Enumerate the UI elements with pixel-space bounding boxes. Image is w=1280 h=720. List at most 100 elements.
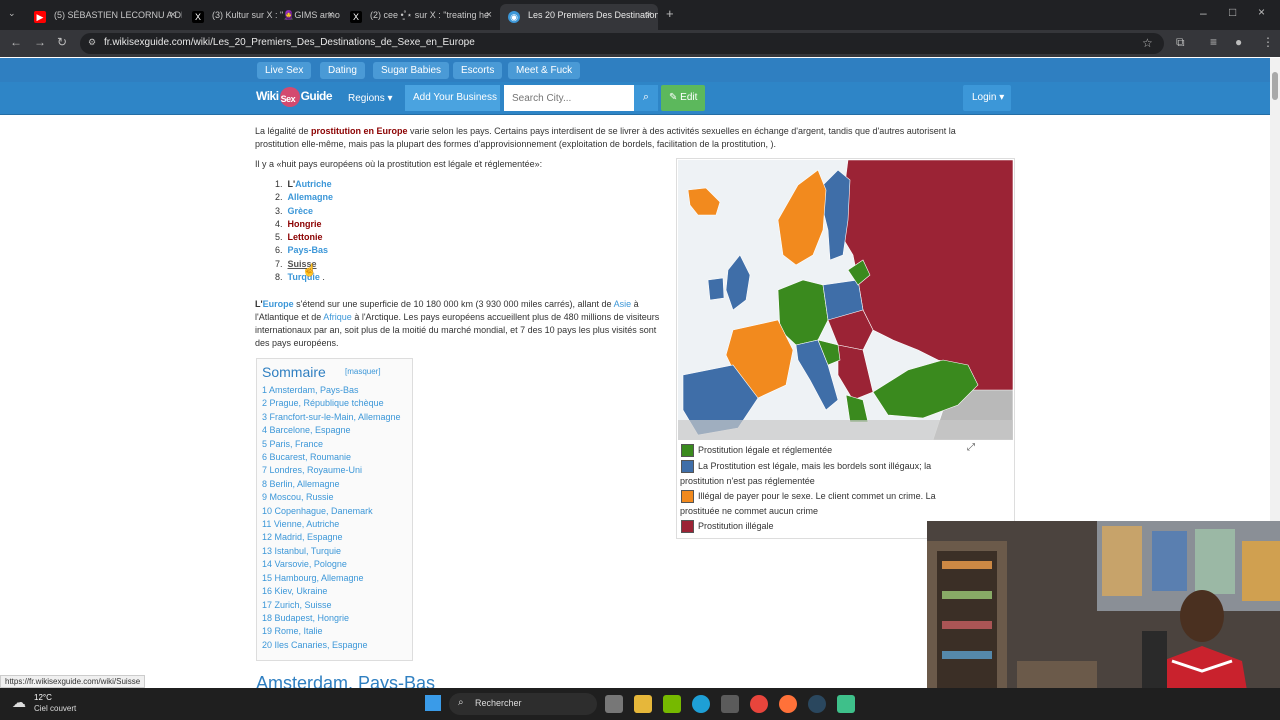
browser-tab-4[interactable]: ◉ Les 20 Premiers Des Destination × <box>500 4 658 30</box>
toc-item[interactable]: 7 Londres, Royaume-Uni <box>262 464 401 477</box>
window-close-icon[interactable]: × <box>1258 5 1265 19</box>
country-link[interactable]: Allemagne <box>288 192 334 202</box>
legend-swatch-orange <box>681 490 694 503</box>
reload-icon[interactable]: ↻ <box>57 35 67 49</box>
toc-title: Sommaire <box>262 364 326 380</box>
country-link[interactable]: Grèce <box>288 206 314 216</box>
nav-live-sex[interactable]: Live Sex <box>257 62 312 79</box>
weather-temperature[interactable]: 12°C <box>34 693 52 702</box>
firefox-icon[interactable] <box>779 695 797 713</box>
login-dropdown[interactable]: Login ▾ <box>963 85 1011 111</box>
address-bar[interactable]: ⚙ fr.wikisexguide.com/wiki/Les_20_Premie… <box>80 33 1164 54</box>
europe-prostitution-map[interactable] <box>678 160 1013 440</box>
x-icon: X <box>350 11 362 23</box>
toc-item[interactable]: 16 Kiev, Ukraine <box>262 585 401 598</box>
edit-button[interactable]: ✎ Edit <box>661 85 705 111</box>
browser-tab-2[interactable]: X (3) Kultur sur X : "🧕GIMS anno × <box>184 4 340 30</box>
menu-icon[interactable]: ⋮ <box>1262 35 1274 49</box>
taskview-icon[interactable] <box>605 695 623 713</box>
toc-item[interactable]: 12 Madrid, Espagne <box>262 531 401 544</box>
legend-label: prostitution n'est pas réglementée <box>680 476 815 486</box>
browser-tab-3[interactable]: X (2) cee •͈˚⋆ sur X : "treating he × <box>342 4 498 30</box>
nav-sugar-babies[interactable]: Sugar Babies <box>373 62 450 79</box>
youtube-icon: ▶ <box>34 11 46 23</box>
close-icon[interactable]: × <box>328 9 334 21</box>
toc-item[interactable]: 9 Moscou, Russie <box>262 491 401 504</box>
toc-item[interactable]: 15 Hambourg, Allemagne <box>262 572 401 585</box>
top-navigation <box>0 58 1270 82</box>
legend-label: La Prostitution est légale, mais les bor… <box>698 461 932 471</box>
browser-tab-1[interactable]: ▶ (5) SÉBASTIEN LECORNU A DÉN × <box>26 4 182 30</box>
bookmark-star-icon[interactable]: ☆ <box>1142 36 1153 50</box>
toc-item[interactable]: 1 Amsterdam, Pays-Bas <box>262 384 401 397</box>
close-icon[interactable]: × <box>646 9 652 21</box>
taskbar-search[interactable]: ⌕ Rechercher <box>449 693 597 715</box>
x-icon: X <box>192 11 204 23</box>
expand-icon[interactable]: ⤢ <box>967 442 975 453</box>
add-business-button[interactable]: Add Your Business <box>405 85 500 111</box>
steam-icon[interactable] <box>808 695 826 713</box>
search-city-input[interactable] <box>504 85 634 111</box>
toc-item[interactable]: 3 Francfort-sur-le-Main, Allemagne <box>262 411 401 424</box>
app-icon[interactable] <box>837 695 855 713</box>
europe-link[interactable]: Europe <box>263 299 294 309</box>
toc-item[interactable]: 20 Iles Canaries, Espagne <box>262 639 401 652</box>
start-icon[interactable] <box>425 695 441 711</box>
nav-dating[interactable]: Dating <box>320 62 365 79</box>
logo-text: Sex <box>280 94 296 104</box>
toc-item[interactable]: 6 Bucarest, Roumanie <box>262 451 401 464</box>
intro-text: prostitution elle-même, mais pas la plup… <box>255 139 776 149</box>
toc-item[interactable]: 17 Zurich, Suisse <box>262 599 401 612</box>
tab-search-icon[interactable]: ⌄ <box>8 8 16 19</box>
weather-description[interactable]: Ciel couvert <box>34 704 76 713</box>
maximize-icon[interactable]: □ <box>1229 5 1236 19</box>
edge-icon[interactable] <box>692 695 710 713</box>
nav-escorts[interactable]: Escorts <box>453 62 503 79</box>
prostitution-europe-link[interactable]: prostitution en Europe <box>311 126 408 136</box>
store-icon[interactable] <box>721 695 739 713</box>
toc-item[interactable]: 10 Copenhague, Danemark <box>262 505 401 518</box>
extensions-icon[interactable]: ⧉ <box>1176 35 1185 50</box>
site-info-icon[interactable]: ⚙ <box>88 37 96 48</box>
close-icon[interactable]: × <box>170 9 176 21</box>
intro-text: La légalité de <box>255 126 312 136</box>
minimize-icon[interactable]: – <box>1200 6 1207 20</box>
asie-link[interactable]: Asie <box>614 299 632 309</box>
search-icon[interactable]: ⌕ <box>634 85 658 111</box>
country-link[interactable]: Pays-Bas <box>288 245 329 255</box>
toc-hide-link[interactable]: [masquer] <box>345 367 381 376</box>
profile-icon[interactable]: ● <box>1235 35 1242 49</box>
toc-item[interactable]: 2 Prague, République tchèque <box>262 397 401 410</box>
list-item: 5. Lettonie <box>275 232 323 243</box>
chrome-icon[interactable] <box>750 695 768 713</box>
toc-item[interactable]: 11 Vienne, Autriche <box>262 518 401 531</box>
toc-item[interactable]: 8 Berlin, Allemagne <box>262 478 401 491</box>
toc-item[interactable]: 4 Barcelone, Espagne <box>262 424 401 437</box>
weather-icon[interactable]: ☁ <box>12 694 26 711</box>
logo-mark: Sex <box>279 87 300 107</box>
toc-item[interactable]: 19 Rome, Italie <box>262 625 401 638</box>
globe-icon: ◉ <box>508 11 520 23</box>
toc-item[interactable]: 5 Paris, France <box>262 438 401 451</box>
back-icon[interactable]: ← <box>10 35 22 49</box>
close-icon[interactable]: × <box>486 9 492 21</box>
nav-meet-fuck[interactable]: Meet & Fuck <box>508 62 581 79</box>
list-item: 2. Allemagne <box>275 192 334 203</box>
regions-dropdown[interactable]: Regions ▾ <box>348 93 393 104</box>
nvidia-icon[interactable] <box>663 695 681 713</box>
site-logo[interactable]: Wiki Sex Guide <box>256 87 336 109</box>
scrollbar-thumb[interactable] <box>1272 72 1278 100</box>
media-icon[interactable]: ≡ <box>1210 35 1217 49</box>
afrique-link[interactable]: Afrique <box>323 312 352 322</box>
country-link[interactable]: Hongrie <box>288 219 322 229</box>
toc-item[interactable]: 13 Istanbul, Turquie <box>262 545 401 558</box>
forward-icon[interactable]: → <box>34 35 46 49</box>
explorer-icon[interactable] <box>634 695 652 713</box>
list-item: 6. Pays-Bas <box>275 245 329 256</box>
new-tab-icon[interactable]: + <box>666 6 674 21</box>
country-link[interactable]: Autriche <box>295 179 332 189</box>
toc-item[interactable]: 14 Varsovie, Pologne <box>262 558 401 571</box>
search-icon: ⌕ <box>458 697 464 708</box>
country-link[interactable]: Lettonie <box>288 232 323 242</box>
toc-item[interactable]: 18 Budapest, Hongrie <box>262 612 401 625</box>
